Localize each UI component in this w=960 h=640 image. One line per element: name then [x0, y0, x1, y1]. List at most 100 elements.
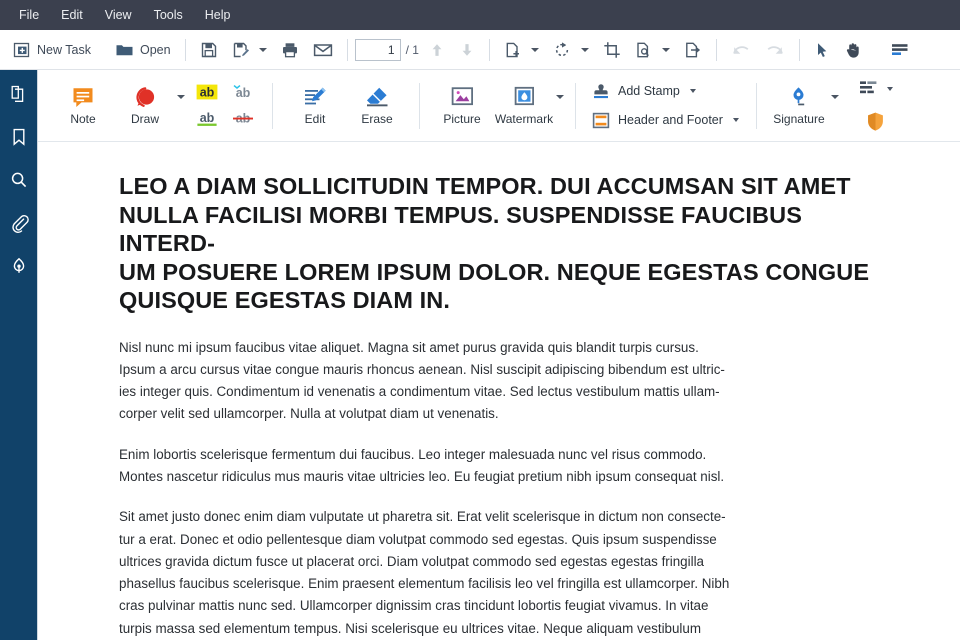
- protect-button[interactable]: [862, 109, 889, 134]
- shield-icon: [865, 111, 886, 132]
- draw-dropdown-caret[interactable]: [177, 94, 185, 99]
- picture-label: Picture: [443, 111, 481, 126]
- redact-icon: [858, 79, 881, 98]
- save-button[interactable]: [193, 35, 225, 65]
- header-footer-dropdown-caret[interactable]: [732, 118, 739, 122]
- edit-label: Edit: [304, 111, 326, 126]
- note-label: Note: [70, 111, 96, 126]
- open-button[interactable]: Open: [108, 35, 178, 65]
- edit-tool-button[interactable]: Edit: [284, 75, 346, 137]
- squiggly-underline-button[interactable]: ab: [226, 79, 260, 105]
- svg-text:ab: ab: [200, 111, 215, 125]
- header-footer-icon: [591, 111, 611, 130]
- document-paragraph-1: Nisl nunc mi ipsum faucibus vitae alique…: [119, 339, 725, 422]
- main-toolbar: New Task Open 1 / 1: [0, 30, 960, 70]
- bookmark-icon: [9, 127, 29, 147]
- search-icon: [9, 170, 29, 190]
- draw-icon: [132, 85, 159, 110]
- ocr-dropdown-caret[interactable]: [661, 47, 670, 52]
- page-search-icon: [635, 41, 653, 59]
- note-icon: [70, 85, 96, 110]
- watermark-dropdown-caret[interactable]: [556, 94, 564, 99]
- page-total-label: / 1: [405, 42, 419, 57]
- sidebar-item-signatures[interactable]: [4, 251, 34, 281]
- insert-page-dropdown-caret[interactable]: [530, 47, 539, 52]
- signature-split[interactable]: Signature: [768, 75, 839, 137]
- toolbar-separator-2: [346, 38, 348, 61]
- rotate-button[interactable]: [546, 35, 596, 65]
- svg-text:ab: ab: [200, 85, 215, 99]
- redact-dropdown-caret[interactable]: [886, 86, 893, 91]
- sidebar-item-thumbnails[interactable]: [4, 79, 34, 109]
- extract-page-button[interactable]: [677, 35, 709, 65]
- add-stamp-dropdown-caret[interactable]: [689, 89, 696, 93]
- signature-dropdown-caret[interactable]: [830, 94, 839, 99]
- ribbon-separator-3: [575, 82, 576, 129]
- signature-tool-button[interactable]: Signature: [768, 75, 830, 137]
- watermark-icon: [511, 85, 538, 110]
- new-task-label: New Task: [37, 42, 91, 57]
- document-heading: LEO A DIAM SOLLICITUDIN TEMPOR. DUI ACCU…: [119, 173, 870, 313]
- draw-tool-button[interactable]: Draw: [114, 75, 176, 137]
- highlight-text-button[interactable]: ab: [190, 79, 224, 105]
- menu-item-help[interactable]: Help: [194, 4, 242, 27]
- toolbar-separator-1: [184, 38, 186, 61]
- watermark-tool-button[interactable]: Watermark: [493, 75, 555, 137]
- next-page-button[interactable]: [452, 35, 482, 65]
- redo-button[interactable]: [758, 35, 792, 65]
- ocr-button[interactable]: [628, 35, 677, 65]
- crop-icon: [603, 41, 621, 59]
- left-sidebar: [0, 70, 37, 640]
- email-icon: [313, 41, 333, 59]
- page-layout-icon: [890, 41, 910, 59]
- draw-tool-split[interactable]: Draw: [114, 75, 185, 137]
- add-stamp-label: Add Stamp: [618, 84, 680, 98]
- email-button[interactable]: [306, 35, 340, 65]
- extract-page-icon: [684, 41, 702, 59]
- new-task-icon: [13, 41, 31, 59]
- select-tool-button[interactable]: [807, 35, 837, 65]
- sidebar-item-search[interactable]: [4, 165, 34, 195]
- menu-item-file[interactable]: File: [8, 4, 50, 27]
- underline-text-button[interactable]: ab: [190, 106, 224, 132]
- picture-tool-button[interactable]: Picture: [431, 75, 493, 137]
- menu-item-tools[interactable]: Tools: [143, 4, 194, 27]
- save-icon: [200, 41, 218, 59]
- crop-button[interactable]: [596, 35, 628, 65]
- page-layout-button[interactable]: [883, 35, 917, 65]
- sidebar-item-bookmarks[interactable]: [4, 122, 34, 152]
- strikeout-icon: ab: [230, 109, 256, 129]
- save-as-dropdown-caret[interactable]: [258, 47, 267, 52]
- rotate-dropdown-caret[interactable]: [580, 47, 589, 52]
- previous-page-button[interactable]: [422, 35, 452, 65]
- hand-tool-button[interactable]: [837, 35, 869, 65]
- new-task-button[interactable]: New Task: [6, 35, 98, 65]
- signature-pen-icon: [9, 256, 29, 276]
- text-markup-tools: ab ab ab ab: [189, 79, 261, 133]
- print-button[interactable]: [274, 35, 306, 65]
- edit-icon: [302, 85, 329, 110]
- strikeout-text-button[interactable]: ab: [226, 106, 260, 132]
- underline-icon: ab: [194, 109, 220, 129]
- paperclip-icon: [9, 213, 29, 233]
- save-as-button[interactable]: [225, 35, 274, 65]
- menu-item-edit[interactable]: Edit: [50, 4, 94, 27]
- header-footer-button[interactable]: Header and Footer: [587, 108, 745, 133]
- watermark-split[interactable]: Watermark: [493, 75, 564, 137]
- insert-page-button[interactable]: [497, 35, 546, 65]
- page-number-input[interactable]: [354, 38, 401, 61]
- sidebar-item-attachments[interactable]: [4, 208, 34, 238]
- note-tool-button[interactable]: Note: [52, 75, 114, 137]
- rotate-icon: [553, 41, 572, 59]
- erase-tool-button[interactable]: Erase: [346, 75, 408, 137]
- content-area: Note Draw ab ab ab ab Edit Erase Picture…: [37, 70, 960, 640]
- signature-label: Signature: [773, 111, 825, 126]
- undo-icon: [731, 41, 751, 59]
- undo-button[interactable]: [724, 35, 758, 65]
- redact-button[interactable]: [855, 77, 896, 100]
- menu-item-view[interactable]: View: [94, 4, 143, 27]
- pages-icon: [9, 84, 29, 104]
- add-stamp-button[interactable]: Add Stamp: [587, 79, 745, 104]
- document-viewer[interactable]: LEO A DIAM SOLLICITUDIN TEMPOR. DUI ACCU…: [38, 142, 960, 640]
- erase-label: Erase: [361, 111, 393, 126]
